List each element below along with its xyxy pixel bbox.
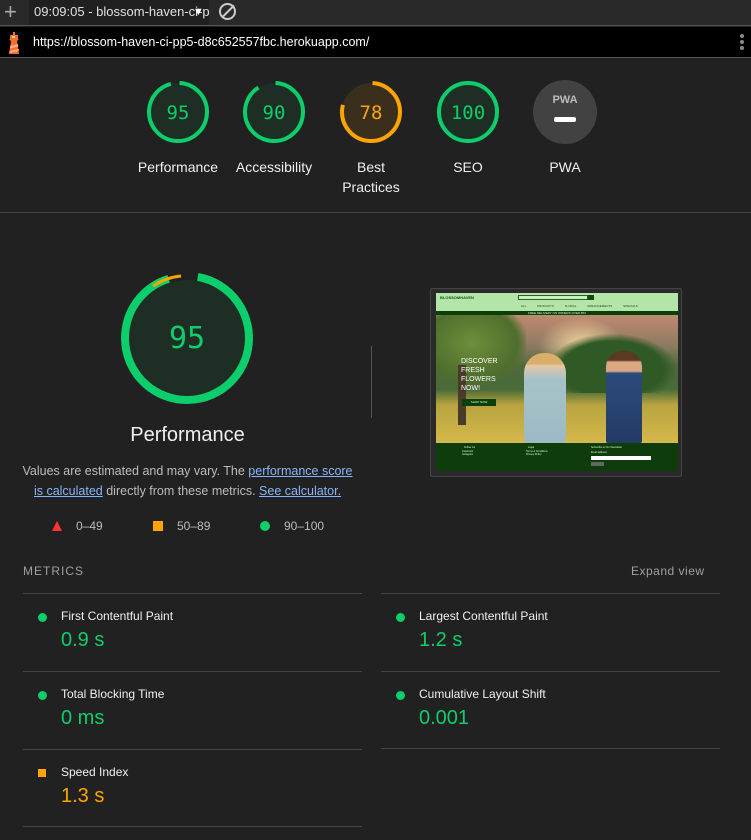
performance-title: Performance [130, 424, 245, 446]
legend-average: 50–89 [153, 519, 210, 533]
legend-range: 50–89 [177, 519, 211, 533]
see-calculator-link[interactable]: See calculator. [259, 484, 341, 498]
gauge-score: 100 [451, 102, 485, 124]
legend-pass: 90–100 [260, 519, 324, 533]
final-screenshot[interactable]: BLOSSOMHAVEN ALL PRODUCTS FLORAL ARRANGE… [430, 288, 682, 477]
gauge-label: Best Practices [342, 159, 400, 195]
legend-range: 90–100 [284, 519, 325, 533]
hero-figure-woman [524, 353, 566, 443]
tab-bar: + 09:09:05 - blossom-haven-ci-p ▼ [0, 0, 751, 26]
metric-cumulative-layout-shift: Cumulative Layout Shift 0.001 [381, 671, 720, 749]
performance-score-gauge: 95 [121, 272, 253, 404]
site-nav: ALL PRODUCTS FLORAL ARRANGEMENTS SPECIAL… [521, 304, 638, 308]
gauge-label: PWA [549, 159, 581, 175]
site-brand: BLOSSOMHAVEN [440, 295, 474, 300]
gauge-seo[interactable]: 100 SEO [418, 79, 518, 177]
gauge-label: Performance [137, 159, 219, 175]
gauge-score: 90 [263, 102, 286, 124]
tab-dropdown-caret-icon[interactable]: ▼ [193, 4, 204, 20]
pass-circle-icon [38, 613, 47, 622]
gauge-label: Accessibility [235, 159, 313, 175]
metric-value: 0.9 s [61, 629, 105, 651]
metric-label: Total Blocking Time [61, 687, 165, 701]
metric-value: 1.3 s [61, 785, 105, 807]
square-icon [153, 521, 163, 531]
gauge-pwa[interactable]: PWA PWA [515, 79, 615, 177]
metric-total-blocking-time: Total Blocking Time 0 ms [23, 671, 362, 749]
more-options-icon[interactable] [740, 34, 744, 52]
performance-score: 95 [169, 321, 205, 356]
site-footer: Follow Us Facebook Instagram Legal Terms… [436, 443, 678, 471]
gauge-ring-performance: 95 [147, 81, 209, 143]
metric-label: Largest Contentful Paint [419, 609, 548, 623]
report-tab-label: 09:09:05 - blossom-haven-ci-p [34, 4, 209, 19]
legend-range: 0–49 [76, 519, 103, 533]
gauge-label: SEO [453, 159, 483, 175]
metric-speed-index: Speed Index 1.3 s [23, 749, 362, 827]
new-tab-plus-icon[interactable]: + [4, 1, 17, 23]
gauge-ring-seo: 100 [437, 81, 499, 143]
url-bar: https://blossom-haven-ci-pp5-d8c652557fb… [0, 27, 751, 58]
metric-label: Speed Index [61, 765, 129, 779]
metric-value: 0 ms [61, 707, 105, 729]
metric-label: Cumulative Layout Shift [419, 687, 546, 701]
gauge-score: 78 [360, 102, 383, 124]
gauge-performance[interactable]: 95 Performance [128, 79, 228, 177]
average-square-icon [38, 769, 46, 777]
pass-circle-icon [396, 613, 405, 622]
score-summary: 95 Performance 90 Accessibility 78 Best … [0, 59, 751, 213]
hero-shop-button: SHOP NOW [462, 399, 496, 406]
metric-first-contentful-paint: First Contentful Paint 0.9 s [23, 593, 362, 671]
performance-description: Values are estimated and may vary. The p… [20, 461, 355, 501]
gauge-ring-best-practices: 78 [340, 81, 402, 143]
desc-text: directly from these metrics. [102, 484, 260, 498]
pwa-badge-text: PWA [552, 94, 577, 106]
report-url[interactable]: https://blossom-haven-ci-pp5-d8c652557fb… [33, 35, 369, 49]
legend-fail: 0–49 [52, 519, 103, 533]
pass-circle-icon [38, 691, 47, 700]
divider [381, 748, 720, 749]
circle-icon [260, 521, 270, 531]
desc-text: Values are estimated and may vary. The [22, 464, 249, 478]
divider [23, 826, 362, 827]
site-search-button [588, 295, 594, 300]
triangle-icon [52, 521, 62, 531]
metric-label: First Contentful Paint [61, 609, 174, 623]
hero-figure-man [606, 351, 642, 443]
metric-value: 1.2 s [419, 629, 463, 651]
metrics-heading: METRICS [23, 564, 84, 578]
expand-view-toggle[interactable]: Expand view [631, 564, 705, 578]
divider [371, 346, 372, 418]
gauge-accessibility[interactable]: 90 Accessibility [224, 79, 324, 177]
gauge-ring-accessibility: 90 [243, 81, 305, 143]
site-header: BLOSSOMHAVEN ALL PRODUCTS FLORAL ARRANGE… [436, 293, 678, 311]
pass-circle-icon [396, 691, 405, 700]
metric-value: 0.001 [419, 707, 470, 729]
hero-headline: DISCOVER FRESH FLOWERS NOW! [461, 358, 498, 392]
gauge-best-practices[interactable]: 78 Best Practices [321, 79, 421, 197]
site-search [518, 295, 588, 300]
report-tab[interactable]: 09:09:05 - blossom-haven-ci-p [29, 0, 209, 25]
lighthouse-logo-icon [9, 32, 19, 54]
metric-largest-contentful-paint: Largest Contentful Paint 1.2 s [381, 593, 720, 671]
pwa-badge-icon: PWA [533, 80, 597, 144]
clear-block-icon[interactable] [219, 3, 236, 20]
gauge-score: 95 [167, 102, 190, 124]
site-hero-image: DISCOVER FRESH FLOWERS NOW! SHOP NOW [436, 315, 678, 443]
